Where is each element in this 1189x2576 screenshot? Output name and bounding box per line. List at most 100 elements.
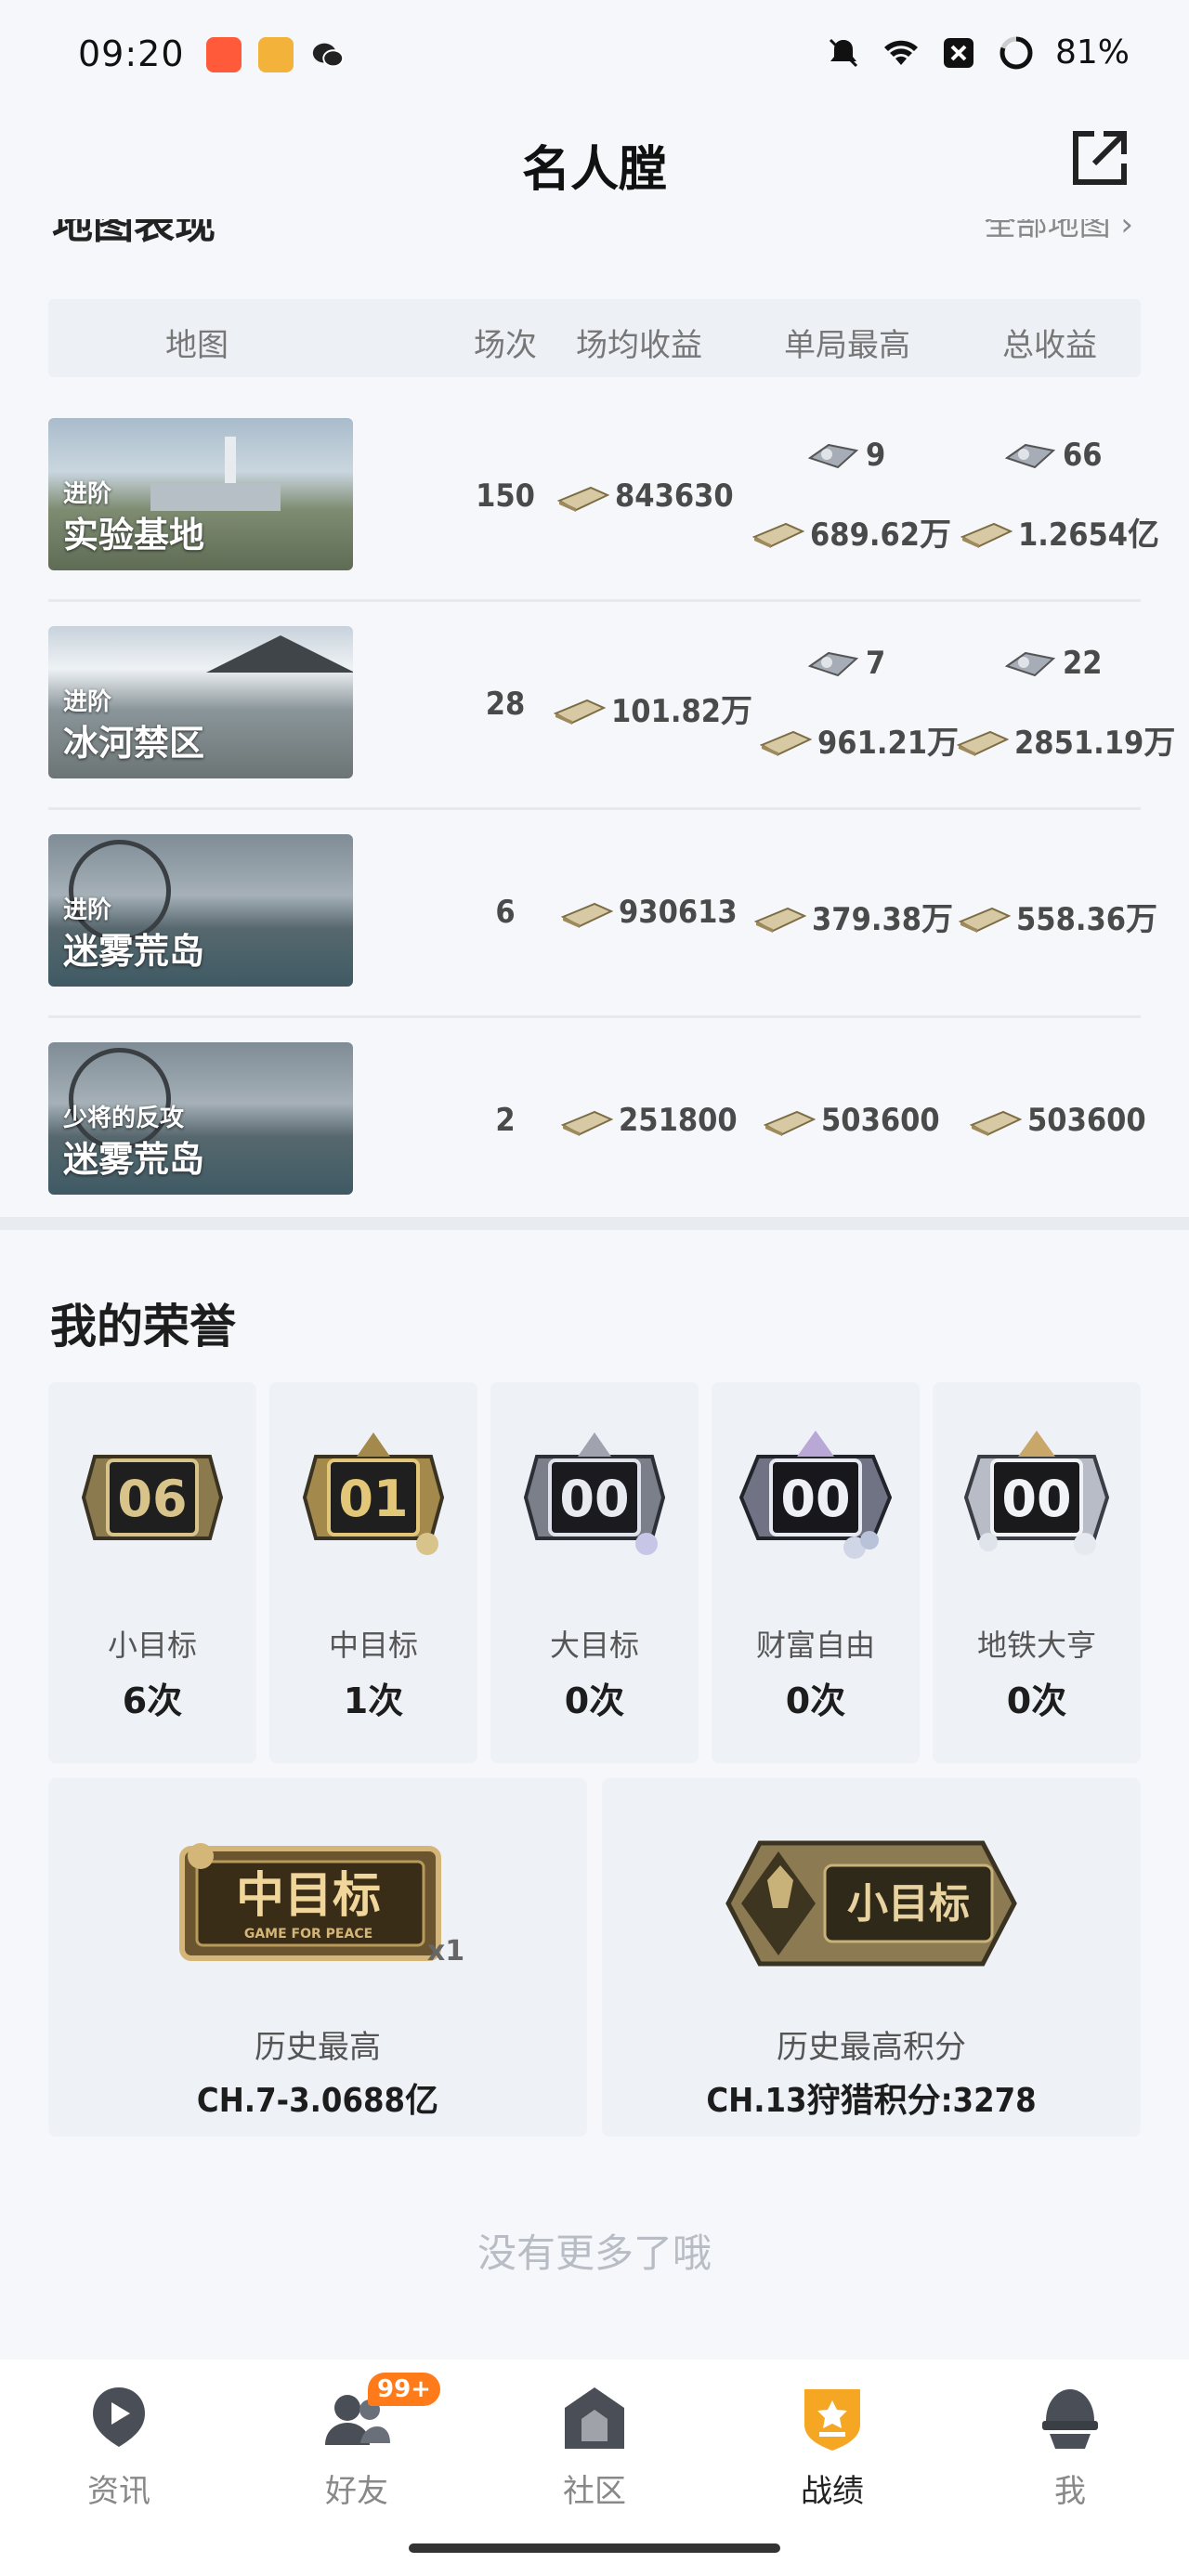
share-icon[interactable] <box>1066 124 1133 191</box>
total-value: 1.2654亿 <box>960 509 1159 555</box>
nav-label: 社区 <box>563 2473 626 2510</box>
honor-label: 小目标 <box>107 1628 197 1663</box>
table-header: 地图 场次 场均收益 单局最高 总收益 <box>48 299 1141 377</box>
friends-badge: 99+ <box>368 2373 440 2406</box>
honor-count: 0次 <box>1006 1680 1067 1721</box>
honor-count: 0次 <box>564 1680 625 1721</box>
honor-card[interactable]: 00 大目标 0次 <box>490 1382 699 1763</box>
map-name: 实验基地 <box>63 515 205 556</box>
map-mode: 进阶 <box>63 480 112 508</box>
page: 09:20 81% 名人膛 地图表现 全部地图 › 地图 场次 场均收益 单局最… <box>0 0 1189 2576</box>
honor-badge-icon: 00 <box>523 1432 666 1555</box>
svg-text:00: 00 <box>1001 1470 1071 1528</box>
app-notification-icon <box>206 37 242 72</box>
trophy-cash-icon <box>1004 443 1056 469</box>
cash-icon <box>764 1110 816 1136</box>
map-name: 迷雾荒岛 <box>63 1139 205 1180</box>
nav-item-news[interactable]: 资讯 <box>0 2360 238 2545</box>
honor-label: 地铁大亨 <box>976 1628 1096 1663</box>
svg-text:00: 00 <box>780 1470 850 1528</box>
total-value: 503600 <box>970 1102 1146 1139</box>
trophy-cash-icon <box>807 651 859 677</box>
map-row[interactable]: 进阶 实验基地 150 843630 9 689.62万 66 1.2654亿 <box>48 394 1159 602</box>
nav-item-community[interactable]: 社区 <box>476 2360 713 2545</box>
honor-badge-icon: 06 <box>81 1455 224 1540</box>
column-total: 总收益 <box>1002 327 1097 364</box>
honor-card[interactable]: 01 中目标 1次 <box>269 1382 477 1763</box>
profile-icon <box>1042 2389 1098 2449</box>
map-mode: 少将的反攻 <box>63 1105 185 1132</box>
best-count: 7 <box>806 645 885 682</box>
svg-text:中目标: 中目标 <box>236 1868 381 1924</box>
honor-label: 中目标 <box>328 1628 418 1663</box>
avg-value: 843630 <box>557 477 734 515</box>
home-indicator[interactable] <box>409 2543 780 2553</box>
mute-icon <box>829 38 858 67</box>
cash-icon <box>752 522 804 548</box>
section-divider <box>0 1217 1189 1230</box>
honor-card[interactable]: 00 财富自由 0次 <box>712 1382 920 1763</box>
map-row[interactable]: 少将的反攻 迷雾荒岛 2 251800 503600 503600 <box>48 1018 1146 1226</box>
record-icon <box>804 2389 860 2451</box>
honor-badge-icon: 00 <box>963 1431 1110 1555</box>
honor-badge-icon: 00 <box>739 1431 892 1559</box>
honor-label: 大目标 <box>549 1628 639 1663</box>
nav-item-profile[interactable]: 我 <box>951 2360 1189 2545</box>
community-icon <box>565 2387 624 2449</box>
svg-text:小目标: 小目标 <box>847 1880 970 1928</box>
honor-section-title: 我的荣誉 <box>50 1300 236 1353</box>
honor-badge-icon: 01 <box>302 1432 445 1555</box>
map-row[interactable]: 进阶 迷雾荒岛 6 930613 379.38万 558.36万 <box>48 810 1157 1018</box>
map-thumbnail: 进阶 实验基地 <box>48 418 353 570</box>
record-card[interactable]: 中目标 GAME FOR PEACE x1 历史最高 CH.7-3.0688亿 <box>48 1778 587 2137</box>
all-maps-link[interactable]: 全部地图 › <box>985 219 1133 266</box>
sim-icon <box>943 37 973 68</box>
record-card[interactable]: 小目标 历史最高积分 CH.13狩猎积分:3278 <box>602 1778 1141 2137</box>
cash-icon <box>554 699 606 725</box>
cash-icon <box>754 907 806 933</box>
map-name: 冰河禁区 <box>63 723 205 764</box>
wechat-notification-icon <box>312 43 345 68</box>
record-badge-icon: 小目标 <box>725 1840 1017 1967</box>
header: 名人膛 <box>0 111 1189 214</box>
cash-icon <box>970 1110 1022 1136</box>
map-thumbnail: 少将的反攻 迷雾荒岛 <box>48 1042 353 1195</box>
map-thumbnail: 进阶 冰河禁区 <box>48 626 353 778</box>
cash-icon <box>561 902 613 928</box>
honor-card[interactable]: 06 小目标 6次 <box>48 1382 256 1763</box>
column-avg: 场均收益 <box>576 327 702 364</box>
best-value: 961.21万 <box>760 717 959 763</box>
svg-text:GAME FOR PEACE: GAME FOR PEACE <box>244 1927 372 1942</box>
record-label: 历史最高 <box>255 2029 381 2066</box>
best-value: 503600 <box>764 1102 940 1139</box>
notes-notification-icon <box>258 37 294 72</box>
honor-count: 0次 <box>785 1680 846 1721</box>
cash-icon <box>561 1110 613 1136</box>
cash-icon <box>957 730 1009 756</box>
nav-item-record[interactable]: 战绩 <box>713 2360 951 2545</box>
best-value: 379.38万 <box>754 894 953 939</box>
svg-text:06: 06 <box>117 1470 187 1528</box>
svg-text:01: 01 <box>338 1470 408 1528</box>
total-value: 2851.19万 <box>957 717 1175 763</box>
map-section-title: 地图表现 <box>52 219 216 248</box>
svg-text:x1: x1 <box>427 1935 464 1968</box>
map-name: 迷雾荒岛 <box>63 931 205 972</box>
record-label: 历史最高积分 <box>777 2029 966 2066</box>
map-row[interactable]: 进阶 冰河禁区 28 101.82万 7 961.21万 22 2851.19万 <box>48 602 1175 810</box>
news-icon <box>93 2387 145 2447</box>
best-count: 9 <box>806 437 885 474</box>
no-more-text: 没有更多了哦 <box>477 2230 712 2276</box>
nav-item-friends[interactable]: 99+ 好友 <box>238 2360 476 2545</box>
honor-card[interactable]: 00 地铁大亨 0次 <box>933 1382 1141 1763</box>
best-value: 689.62万 <box>752 509 951 555</box>
avg-value: 251800 <box>561 1102 738 1139</box>
honor-label: 财富自由 <box>755 1628 875 1663</box>
record-value: CH.7-3.0688亿 <box>196 2082 439 2120</box>
nav-label: 好友 <box>325 2473 388 2510</box>
column-best: 单局最高 <box>784 327 910 364</box>
battery-level: 81% <box>1054 33 1130 72</box>
nav-label: 战绩 <box>801 2473 864 2510</box>
honor-count: 6次 <box>122 1680 183 1721</box>
status-bar: 09:20 81% <box>0 0 1189 111</box>
